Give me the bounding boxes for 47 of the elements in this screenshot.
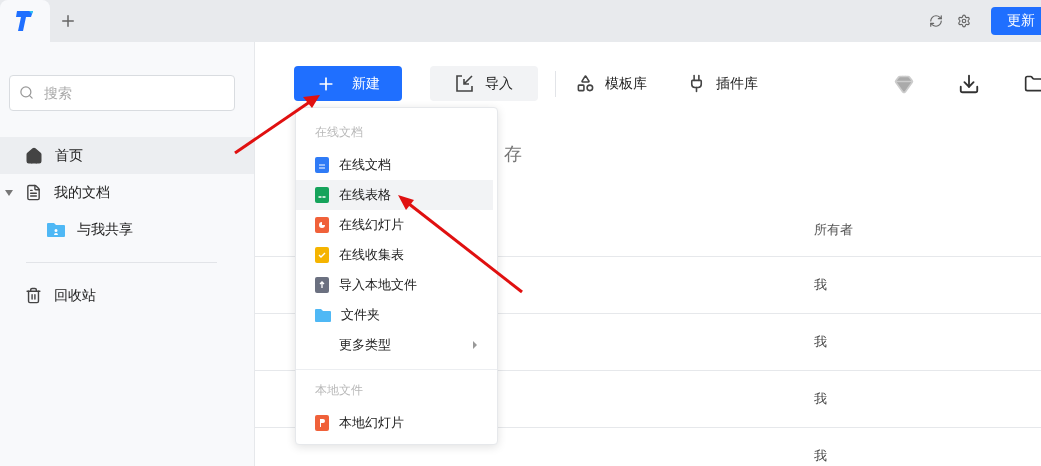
menu-item[interactable]: 在线幻灯片 <box>296 210 493 240</box>
shapes-icon <box>576 74 595 93</box>
presentation-icon <box>315 415 329 431</box>
upload-icon <box>315 277 329 293</box>
menu-item[interactable]: 更多类型 <box>296 330 493 360</box>
sidebar-item[interactable]: 回收站 <box>0 277 254 314</box>
home-icon <box>25 146 43 165</box>
update-button[interactable]: 更新 <box>991 7 1041 35</box>
new-tab-icon[interactable] <box>59 12 77 30</box>
document-icon <box>25 184 42 201</box>
toolbar-link[interactable]: 模板库 <box>576 74 647 93</box>
spreadsheet-icon <box>315 187 329 203</box>
new-button[interactable]: 新建 <box>294 66 402 101</box>
table-cell: 我 <box>814 333 827 351</box>
search-icon <box>19 85 34 100</box>
section-title: 存 <box>504 143 523 164</box>
menu-item[interactable]: 文件夹 <box>296 300 493 330</box>
sidebar-item[interactable]: 首页 <box>0 137 254 174</box>
form-icon <box>315 247 329 263</box>
menu-item[interactable]: 在线表格 <box>296 180 493 210</box>
column-header: 所有者 <box>814 221 853 239</box>
refresh-icon[interactable] <box>929 14 943 28</box>
toolbar-link[interactable]: 插件库 <box>687 74 758 93</box>
slides-icon <box>315 217 329 233</box>
menu-item[interactable]: 本地幻灯片 <box>296 408 493 438</box>
menu-item[interactable]: 在线文档 <box>296 150 493 180</box>
caret-icon[interactable] <box>5 189 13 196</box>
sidebar-item[interactable]: 与我共享 <box>0 211 254 248</box>
table-cell: 我 <box>814 447 827 465</box>
sidebar-item[interactable]: 我的文档 <box>0 174 254 211</box>
folder-icon <box>315 308 331 322</box>
document-icon <box>315 157 329 173</box>
search-field[interactable]: 搜索 <box>9 75 235 111</box>
menu-item[interactable]: 导入本地文件 <box>296 270 493 300</box>
folder-icon[interactable] <box>1024 73 1041 94</box>
table-cell: 我 <box>814 390 827 408</box>
settings-icon[interactable] <box>957 14 971 28</box>
import-button[interactable]: 导入 <box>430 66 538 101</box>
shared-folder-icon <box>47 222 65 237</box>
app-logo-icon[interactable] <box>14 10 36 32</box>
download-icon[interactable] <box>958 72 980 95</box>
import-icon <box>455 75 473 92</box>
menu-section-title: 本地文件 <box>314 381 364 399</box>
menu-item[interactable]: 在线收集表 <box>296 240 493 270</box>
table-cell: 我 <box>814 276 827 294</box>
trash-icon <box>25 287 42 304</box>
menu-section-title: 在线文档 <box>314 123 364 141</box>
